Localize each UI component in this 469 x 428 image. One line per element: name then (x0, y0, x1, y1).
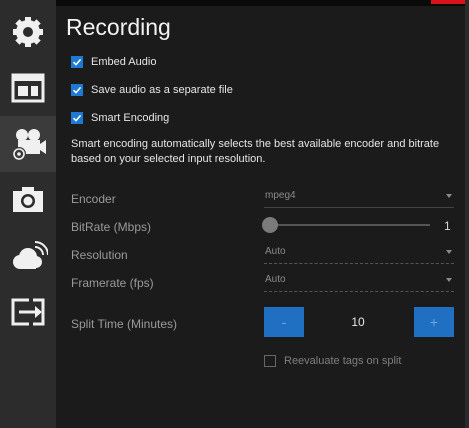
checkbox-checked-icon (71, 56, 83, 68)
video-camera-settings-icon (12, 129, 46, 161)
framerate-label: Framerate (fps) (71, 276, 154, 290)
sidebar-item-cloud[interactable] (0, 228, 56, 284)
checkbox-checked-icon (71, 112, 83, 124)
resolution-label: Resolution (71, 248, 128, 262)
slider-thumb[interactable] (262, 217, 278, 233)
gear-icon (13, 17, 43, 47)
chevron-down-icon (446, 278, 452, 282)
framerate-value: Auto (265, 274, 286, 285)
encoder-label: Encoder (71, 192, 116, 206)
chevron-down-icon (446, 194, 452, 198)
embed-audio-checkbox[interactable]: Embed Audio (71, 56, 156, 68)
page-title: Recording (66, 14, 171, 40)
checkbox-unchecked-icon (264, 355, 276, 367)
sidebar-item-recording[interactable] (0, 116, 56, 172)
split-time-increment-button[interactable]: + (414, 307, 454, 337)
resolution-select[interactable]: Auto (264, 243, 454, 264)
embed-audio-label: Embed Audio (91, 56, 157, 68)
encoder-value: mpeg4 (265, 190, 296, 201)
checkbox-checked-icon (71, 84, 83, 96)
smart-encoding-label: Smart Encoding (91, 112, 170, 124)
cloud-icon (13, 241, 48, 269)
smart-encoding-description: Smart encoding automatically selects the… (71, 138, 440, 165)
chevron-down-icon (446, 250, 452, 254)
split-time-value: 10 (351, 315, 365, 329)
sidebar (0, 0, 56, 428)
sidebar-item-snapshot[interactable] (0, 172, 56, 228)
recording-settings-window: Recording Embed Audio Save audio as a se… (0, 0, 469, 428)
export-icon (11, 298, 45, 326)
resolution-value: Auto (265, 246, 286, 257)
smart-encoding-checkbox[interactable]: Smart Encoding (71, 112, 169, 124)
separate-audio-checkbox[interactable]: Save audio as a separate file (71, 84, 233, 96)
reevaluate-tags-label: Reevaluate tags on split (284, 355, 402, 367)
sidebar-item-export[interactable] (0, 284, 56, 340)
layout-icon (11, 73, 45, 103)
encoder-select: mpeg4 (264, 187, 454, 208)
bitrate-label: BitRate (Mbps) (71, 220, 152, 234)
split-time-decrement-button[interactable]: - (264, 307, 304, 337)
bitrate-value: 1 (444, 219, 451, 233)
settings-panel: Recording Embed Audio Save audio as a se… (56, 0, 465, 428)
camera-icon (13, 187, 43, 212)
slider-track (268, 224, 430, 226)
sidebar-item-layout[interactable] (0, 60, 56, 116)
split-time-label: Split Time (Minutes) (71, 317, 178, 331)
sidebar-item-settings[interactable] (0, 4, 56, 60)
bitrate-slider[interactable] (262, 215, 430, 235)
window-border (465, 0, 469, 428)
framerate-select[interactable]: Auto (264, 271, 454, 292)
separate-audio-label: Save audio as a separate file (91, 84, 233, 96)
reevaluate-tags-checkbox[interactable]: Reevaluate tags on split (264, 355, 401, 367)
